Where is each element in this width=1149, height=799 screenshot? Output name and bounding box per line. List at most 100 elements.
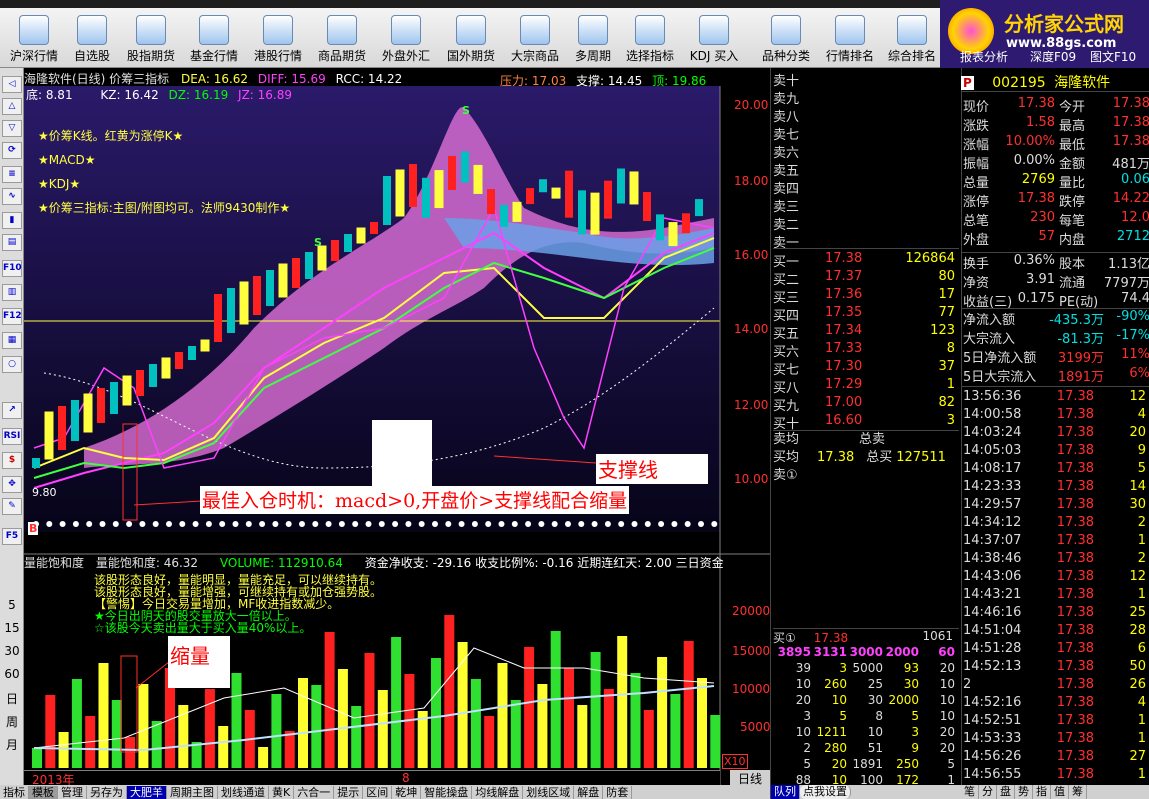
toolbar-button-commodity[interactable]: 商品期货 (314, 8, 370, 68)
toolbar-button-watchlist[interactable]: 自选股 (66, 8, 118, 68)
tab-dafeiyang[interactable]: 大肥羊 (127, 786, 167, 799)
toolbar-button-ranking[interactable]: 行情排名 (822, 8, 878, 68)
move-icon[interactable]: ✥ (2, 476, 22, 493)
period-month[interactable]: 月 (1, 736, 23, 753)
buy-level-3[interactable]: 买三 17.36 17 (773, 287, 959, 306)
buy-level-10[interactable]: 买十 16.60 3 (773, 413, 959, 432)
ptab-trend[interactable]: 势 (1015, 785, 1033, 799)
chart-line-icon[interactable]: ∿ (2, 188, 22, 205)
tab-template[interactable]: 模板 (29, 786, 58, 799)
f12-button[interactable]: F12 (2, 308, 22, 325)
tab-channel[interactable]: 划线通道 (218, 786, 269, 799)
period-week[interactable]: 周 (1, 713, 23, 730)
buy-level-9[interactable]: 买九 17.00 82 (773, 395, 959, 414)
toolbar-button-f09[interactable]: 深度F09 (1030, 48, 1076, 65)
chart-area[interactable]: 海隆软件(日线) 价筹三指标 DEA: 16.62 DIFF: 15.69 RC… (24, 68, 771, 787)
tab-ma-analysis[interactable]: 均线解盘 (472, 786, 524, 799)
tick-time: 14:38:46 (963, 551, 1022, 566)
toolbar-button-hs[interactable]: 沪深行情 (6, 8, 62, 68)
buy-volume: 1 (946, 377, 955, 392)
buy-level-1[interactable]: 买一 17.38 126864 (773, 251, 959, 270)
toolbar-button-kdj-buy[interactable]: KDJ 买入 (686, 8, 742, 68)
portfolio-icon[interactable]: P (961, 76, 974, 90)
pencil-icon[interactable]: ✎ (2, 498, 22, 515)
flow-label: 大宗流入 (963, 332, 1016, 347)
period-15[interactable]: 15 (1, 621, 23, 635)
quote-panel: 卖十 卖九 卖八 卖七 卖六 卖五 卖四 卖三 卖二 卖一 买一 17.38 126864 买二 17.3… (770, 68, 1149, 799)
toolbar-button-categories[interactable]: 品种分类 (758, 8, 814, 68)
tab-anti-trap[interactable]: 防套 (603, 786, 633, 799)
buy-level-4[interactable]: 买四 17.35 77 (773, 305, 959, 324)
tab-draw-area[interactable]: 划线区域 (523, 786, 575, 799)
queue-row: 5 20 1891 250 5 (773, 757, 959, 773)
toolbar-button-foreign-futures[interactable]: 国外期货 (442, 8, 500, 68)
table-icon[interactable]: ▤ (2, 234, 22, 251)
toolbar-button-hk[interactable]: 港股行情 (250, 8, 306, 68)
buy-level-6[interactable]: 买六 17.33 8 (773, 341, 959, 360)
signal-dot (432, 521, 438, 527)
toolbar-button-forex[interactable]: 外盘外汇 (378, 8, 434, 68)
period-5[interactable]: 5 (1, 598, 23, 612)
arrow-left-icon[interactable]: ◁ (2, 76, 22, 93)
toolbar-button-multi-period[interactable]: 多周期 (570, 8, 616, 68)
tab-manage[interactable]: 管理 (58, 786, 87, 799)
ptab-book[interactable]: 盘 (997, 785, 1015, 799)
buy-level-8[interactable]: 买八 17.29 1 (773, 377, 959, 396)
toolbar-button-funds[interactable]: 基金行情 (186, 8, 242, 68)
buy-level-5[interactable]: 买五 17.34 123 (773, 323, 959, 342)
tab-indicator[interactable]: 指标 (0, 786, 29, 799)
tab-range[interactable]: 区间 (363, 786, 393, 799)
ptab-chips[interactable]: 筹 (1069, 785, 1087, 799)
period-60[interactable]: 60 (1, 667, 23, 681)
tick-time: 14:23:33 (963, 479, 1022, 494)
tick-time: 13:56:36 (963, 389, 1022, 404)
toolbar-button-bulk[interactable]: 大宗商品 (506, 8, 564, 68)
tab-smart-trade[interactable]: 智能操盘 (421, 786, 473, 799)
signal-dot (259, 521, 266, 527)
toolbar-button-report[interactable]: 报表分析 (960, 48, 1008, 65)
grid-icon[interactable]: ▦ (2, 332, 22, 349)
tab-yellow-k[interactable]: 黄K (269, 786, 295, 799)
ptab-minute[interactable]: 分 (979, 785, 997, 799)
ptab-index[interactable]: 指 (1033, 785, 1051, 799)
x10-button[interactable]: X10 (722, 754, 748, 769)
tab-daily[interactable]: 日线 (730, 770, 770, 786)
period-day[interactable]: 日 (1, 690, 23, 707)
rsi-button[interactable]: RSI (2, 428, 22, 445)
f5-button[interactable]: F5 (2, 528, 22, 545)
buy-level-7[interactable]: 买七 17.30 37 (773, 359, 959, 378)
ptab-queue[interactable]: 队列 (771, 785, 800, 799)
dea-label: DEA: 16.62 (181, 72, 249, 86)
period-30[interactable]: 30 (1, 644, 23, 658)
circle-icon[interactable]: ○ (2, 356, 22, 373)
volume-bar (218, 726, 229, 768)
tick-row: 13:56:36 17.38 12 (961, 389, 1149, 407)
buy-level-2[interactable]: 买二 17.37 80 (773, 269, 959, 288)
tab-save-as[interactable]: 另存为 (87, 786, 127, 799)
f10-button[interactable]: F10 (2, 260, 22, 277)
dollar-icon[interactable]: $ (2, 452, 22, 469)
flow-pct: -17% (1116, 328, 1149, 343)
volume-bar (577, 705, 588, 768)
list-icon[interactable]: ≡ (2, 166, 22, 183)
toolbar-button-index-futures[interactable]: 股指期货 (122, 8, 180, 68)
stock-code: 002195 (992, 75, 1046, 91)
arrow-up-icon[interactable]: △ (2, 98, 22, 115)
ptab-value[interactable]: 值 (1051, 785, 1069, 799)
toolbar-button-f10[interactable]: 图文F10 (1090, 48, 1136, 65)
tab-hint[interactable]: 提示 (334, 786, 364, 799)
signal-dot (139, 521, 146, 527)
ptab-settings[interactable]: 点我设置 (800, 785, 851, 799)
ptab-tick[interactable]: 笔 (961, 785, 979, 799)
candle-icon[interactable]: ▮ (2, 212, 22, 229)
tab-analysis[interactable]: 解盘 (574, 786, 604, 799)
refresh-icon[interactable]: ⟳ (2, 142, 22, 159)
tab-qiankun[interactable]: 乾坤 (392, 786, 422, 799)
toolbar-button-select-indicator[interactable]: 选择指标 (622, 8, 678, 68)
tab-six-in-one[interactable]: 六合一 (294, 786, 335, 799)
toolbar-button-overall-ranking[interactable]: 综合排名 (884, 8, 940, 68)
bars-icon[interactable]: ▥ (2, 284, 22, 301)
tab-period-main[interactable]: 周期主图 (167, 786, 218, 799)
trend-icon[interactable]: ↗ (2, 402, 22, 419)
arrow-down-icon[interactable]: ▽ (2, 120, 22, 137)
